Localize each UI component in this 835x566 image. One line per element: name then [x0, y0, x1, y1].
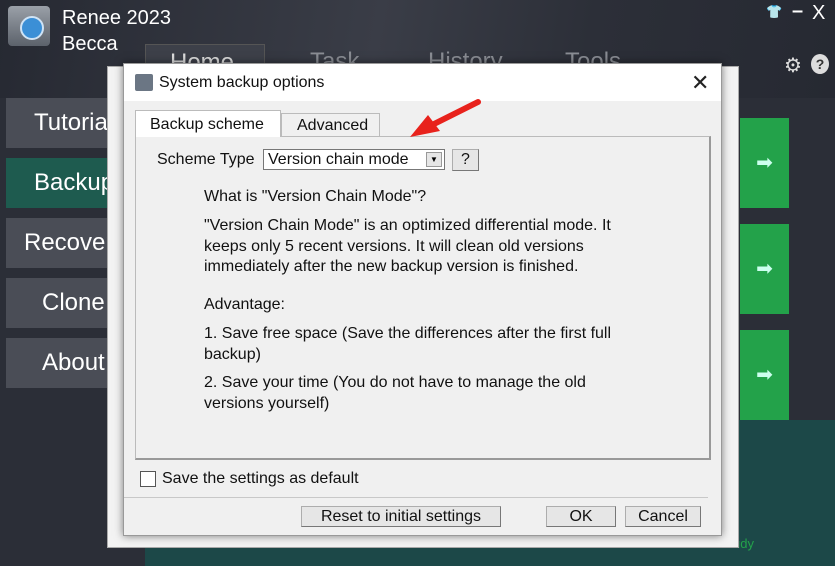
sidebar-item-recover[interactable]: Recover — [6, 218, 118, 268]
tab-label: Advanced — [297, 117, 369, 134]
advantage-label: Advantage: — [204, 296, 285, 313]
close-icon[interactable]: ✕ — [691, 70, 709, 96]
tile-go-button[interactable]: ➡ — [740, 224, 789, 314]
scheme-type-label: Scheme Type — [157, 151, 255, 168]
tab-advanced[interactable]: Advanced — [281, 113, 380, 137]
save-default-label[interactable]: Save the settings as default — [162, 470, 359, 488]
dialog-title: System backup options — [159, 74, 325, 91]
chevron-down-icon[interactable]: ▼ — [426, 152, 442, 167]
mode-heading: What is "Version Chain Mode"? — [204, 188, 427, 205]
brand-edition: Becca — [62, 33, 118, 55]
minimize-button[interactable]: – — [792, 0, 803, 23]
app-logo — [8, 6, 50, 46]
brand-name: Renee 2023 — [62, 7, 171, 29]
tab-label: Backup scheme — [150, 116, 264, 133]
skin-icon[interactable]: 👕 — [766, 4, 782, 20]
sidebar-item-clone[interactable]: Clone — [6, 278, 118, 328]
divider — [124, 497, 708, 498]
dialog-app-icon — [135, 74, 153, 91]
tile-go-button[interactable]: ➡ — [740, 330, 789, 420]
advantage-1: 1. Save free space (Save the differences… — [204, 325, 612, 363]
mode-description: "Version Chain Mode" is an optimized dif… — [204, 217, 611, 275]
tile-go-button[interactable]: ➡ — [740, 118, 789, 208]
reset-button[interactable]: Reset to initial settings — [301, 506, 501, 527]
tab-panel: Scheme Type Version chain mode ▼ ? What … — [135, 136, 711, 460]
cancel-button[interactable]: Cancel — [625, 506, 701, 527]
help-button[interactable]: ? — [452, 149, 479, 171]
sidebar-item-about[interactable]: About — [6, 338, 118, 388]
red-arrow-annotation — [410, 99, 481, 137]
help-icon[interactable]: ? — [811, 54, 829, 74]
sidebar-item-backup[interactable]: Backup — [6, 158, 118, 208]
save-default-checkbox[interactable] — [140, 471, 156, 487]
sidebar-item-tutorial[interactable]: Tutorial — [6, 98, 118, 148]
close-app-button[interactable]: X — [812, 2, 825, 25]
gear-icon[interactable]: ⚙ — [784, 53, 802, 78]
scheme-type-value: Version chain mode — [268, 151, 409, 168]
advantage-2: 2. Save your time (You do not have to ma… — [204, 374, 586, 412]
scheme-type-select[interactable]: Version chain mode ▼ — [263, 149, 445, 170]
ok-button[interactable]: OK — [546, 506, 616, 527]
tab-backup-scheme[interactable]: Backup scheme — [135, 110, 281, 137]
